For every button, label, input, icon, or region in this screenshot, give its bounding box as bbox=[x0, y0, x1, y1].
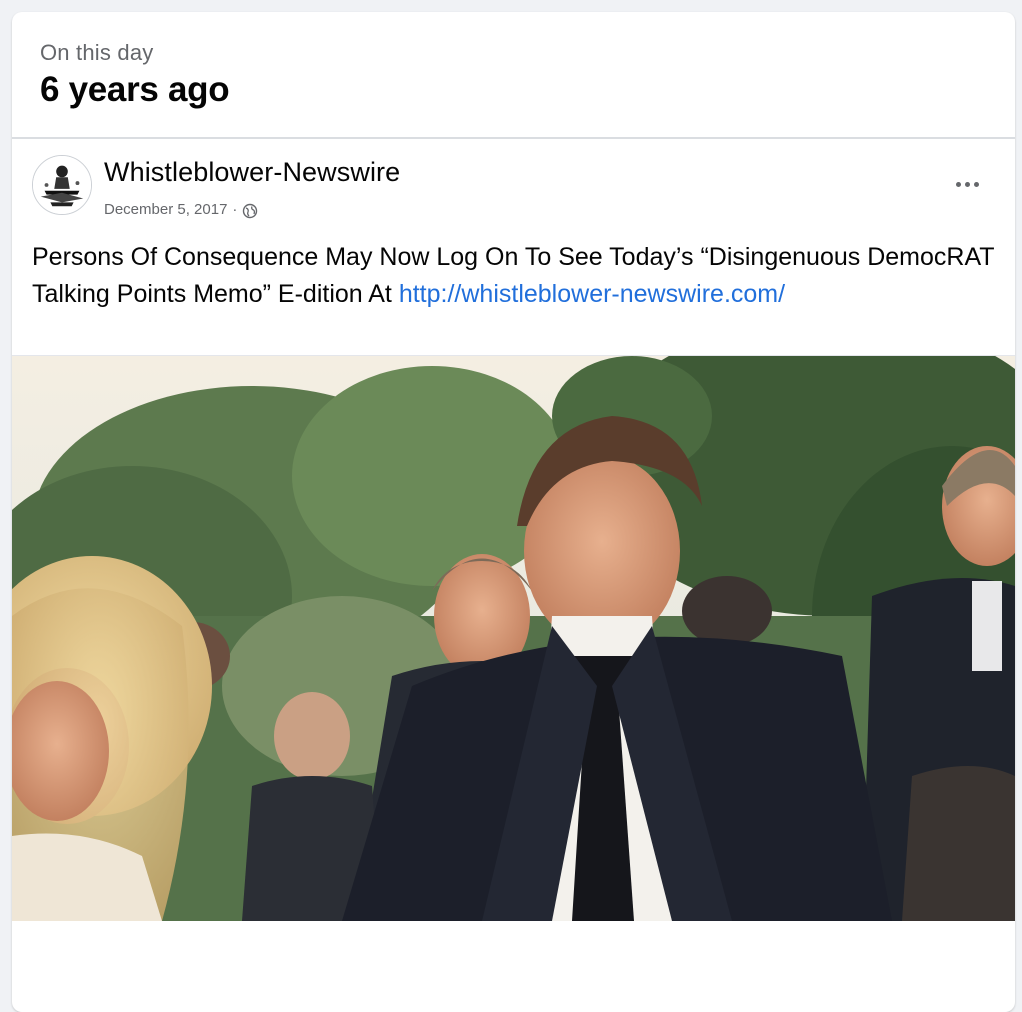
memory-header: On this day 6 years ago bbox=[12, 12, 1015, 139]
page-logo-icon bbox=[33, 156, 91, 214]
post-footer bbox=[12, 921, 1015, 951]
post-text: Persons Of Consequence May Now Log On To… bbox=[12, 219, 1015, 356]
photo-of-people-outdoors bbox=[12, 356, 1015, 921]
post-meta: December 5, 2017 · bbox=[104, 200, 258, 219]
post-link[interactable]: http://whistleblower-newswire.com/ bbox=[399, 280, 785, 308]
post-image[interactable] bbox=[12, 356, 1015, 921]
more-options-icon[interactable] bbox=[947, 169, 987, 199]
post-header: Whistleblower-Newswire December 5, 2017 … bbox=[12, 139, 1015, 219]
memory-title: 6 years ago bbox=[40, 70, 230, 109]
post-date[interactable]: December 5, 2017 bbox=[104, 201, 227, 218]
meta-separator: · bbox=[232, 201, 238, 218]
memory-card: On this day 6 years ago Whistleblower-Ne… bbox=[12, 12, 1015, 1012]
avatar[interactable] bbox=[32, 155, 92, 215]
more-dot bbox=[955, 181, 961, 187]
page-name[interactable]: Whistleblower-Newswire bbox=[104, 157, 400, 188]
post: Whistleblower-Newswire December 5, 2017 … bbox=[12, 139, 1015, 951]
more-dot bbox=[964, 181, 970, 187]
globe-icon bbox=[242, 203, 258, 219]
memory-label: On this day bbox=[40, 40, 154, 65]
more-dot bbox=[973, 181, 979, 187]
